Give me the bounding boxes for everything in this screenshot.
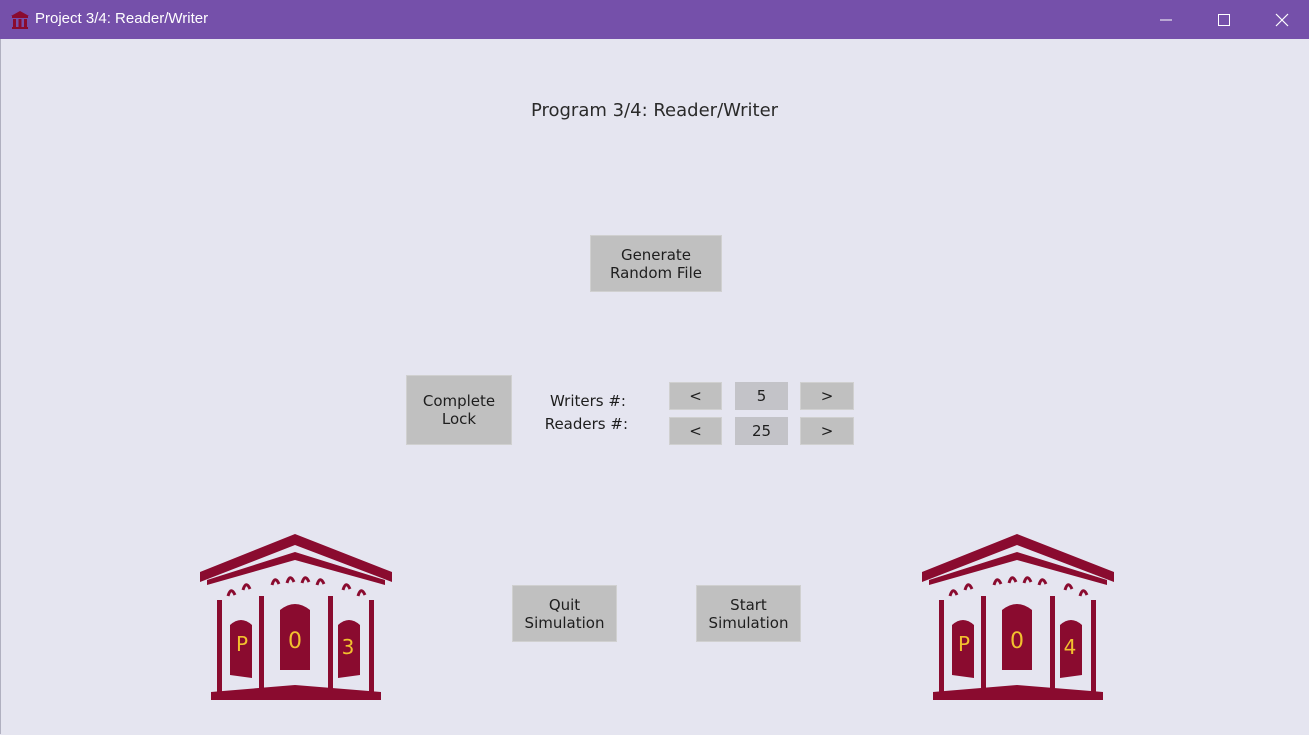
maximize-button[interactable] [1195, 0, 1253, 39]
writers-increment-button[interactable]: > [800, 382, 854, 410]
minimize-button[interactable] [1137, 0, 1195, 39]
generate-random-file-button[interactable]: Generate Random File [590, 235, 722, 292]
logo-letter: 0 [1010, 629, 1024, 654]
logo-letter: 3 [342, 635, 355, 659]
writers-count: 5 [735, 382, 788, 410]
complete-lock-button[interactable]: Complete Lock [406, 375, 512, 445]
logo-letter: P [958, 632, 970, 656]
window-title: Project 3/4: Reader/Writer [35, 10, 209, 27]
page-title: Program 3/4: Reader/Writer [530, 100, 779, 121]
start-simulation-button[interactable]: Start Simulation [696, 585, 801, 642]
title-bar: Project 3/4: Reader/Writer [0, 0, 1309, 39]
readers-increment-button[interactable]: > [800, 417, 854, 445]
writers-label: Writers #: [550, 392, 626, 410]
p04-logo: P 0 4 [922, 534, 1114, 700]
quit-simulation-button[interactable]: Quit Simulation [512, 585, 617, 642]
building-icon [11, 11, 29, 29]
p03-logo: P 0 3 [200, 534, 392, 700]
logo-letter: 4 [1064, 635, 1077, 659]
logo-letter: 0 [288, 629, 302, 654]
close-icon [1275, 13, 1289, 27]
minimize-icon [1160, 19, 1172, 21]
close-button[interactable] [1253, 0, 1309, 39]
readers-decrement-button[interactable]: < [669, 417, 722, 445]
readers-label: Readers #: [544, 415, 628, 433]
maximize-icon [1218, 14, 1230, 26]
writers-decrement-button[interactable]: < [669, 382, 722, 410]
logo-letter: P [236, 632, 248, 656]
readers-count: 25 [735, 417, 788, 445]
